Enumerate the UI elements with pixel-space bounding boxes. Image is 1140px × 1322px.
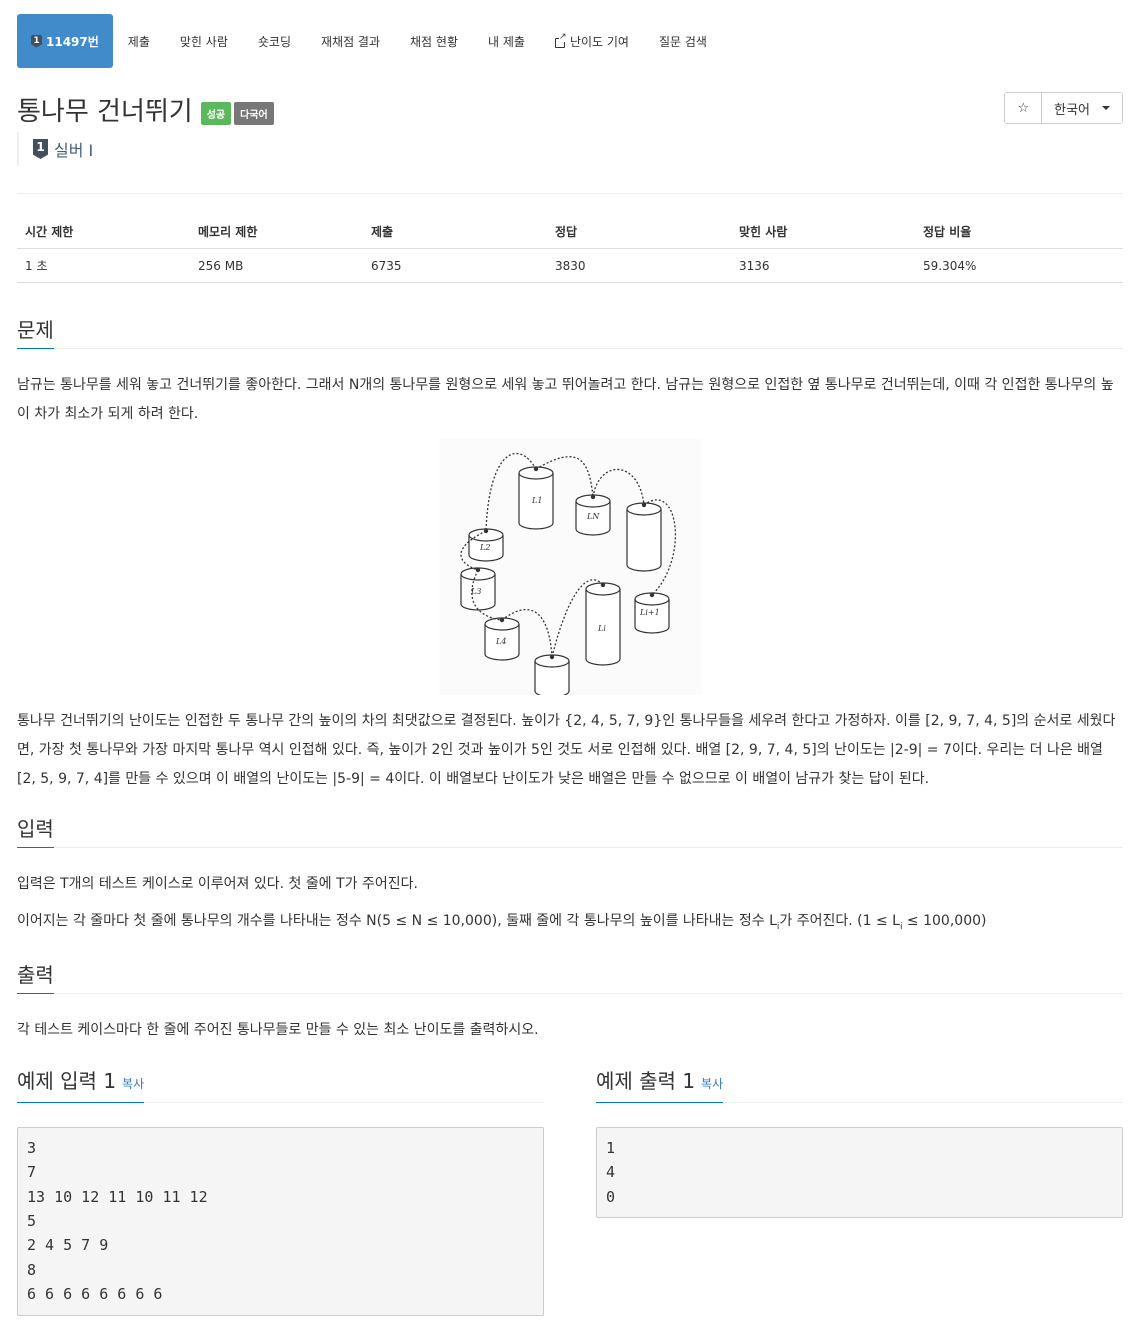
sample-output-heading: 예제 출력 1 복사 [596, 1068, 724, 1103]
sample-output-header: 예제 출력 1 복사 [596, 1067, 1123, 1103]
sample-input-header: 예제 입력 1 복사 [17, 1067, 544, 1103]
caret-down-icon [1102, 106, 1110, 110]
figure-container: L1 LN L2 L3 L4 Li Li+1 [17, 439, 1123, 699]
sample-output-title: 예제 출력 1 [596, 1068, 696, 1093]
language-label: 한국어 [1054, 102, 1090, 118]
problem-section-header: 문제 [17, 313, 1123, 349]
stats-header: 맞힌 사람 [731, 215, 915, 249]
figure-label: L4 [495, 637, 506, 646]
problem-heading: 문제 [17, 318, 54, 349]
nav-submit[interactable]: 제출 [113, 14, 165, 68]
problem-stats-table: 시간 제한 메모리 제한 제출 정답 맞힌 사람 정답 비율 1 초 256 M… [17, 215, 1123, 283]
nav-short-coding[interactable]: 숏코딩 [243, 14, 306, 68]
copy-sample-output-button[interactable]: 복사 [701, 1077, 723, 1091]
accepted-value: 3830 [547, 248, 731, 283]
time-limit-value: 1 초 [17, 248, 190, 283]
star-button[interactable]: ☆ [1005, 93, 1042, 123]
sample-input-text: 3 7 13 10 12 11 10 11 12 5 2 4 5 7 9 8 6… [17, 1126, 544, 1316]
input-text: 가 주어진다. (1 ≤ L [779, 913, 900, 929]
figure-label: L3 [470, 587, 481, 596]
divider [17, 193, 1123, 194]
accept-ratio-value: 59.304% [915, 248, 1123, 283]
nav-solved-users[interactable]: 맞힌 사람 [165, 14, 243, 68]
problem-title: 통나무 건너뛰기 [17, 96, 193, 127]
problem-description-2: 통나무 건너뛰기의 난이도는 인접한 두 통나무 간의 높이의 차의 최댓값으로… [17, 713, 1116, 787]
stats-value-row: 1 초 256 MB 6735 3830 3136 59.304% [17, 248, 1123, 283]
external-link-icon [554, 31, 567, 48]
problem-nav: 1 11497번 제출 맞힌 사람 숏코딩 재채점 결과 채점 현황 내 제출 … [17, 14, 1123, 68]
figure-label: Li [597, 624, 606, 633]
sample-input-title: 예제 입력 1 [17, 1068, 117, 1093]
stats-header-row: 시간 제한 메모리 제한 제출 정답 맞힌 사람 정답 비율 [17, 215, 1123, 249]
figure-label: L2 [479, 543, 490, 552]
copy-sample-input-button[interactable]: 복사 [122, 1077, 144, 1091]
problem-header: 통나무 건너뛰기 성공 다국어 ☆ 한국어 [17, 92, 1123, 127]
stats-header: 정답 비율 [915, 215, 1123, 249]
sample-output-text: 1 4 0 [596, 1126, 1123, 1219]
submissions-value: 6735 [363, 248, 547, 283]
sample-input-block: 예제 입력 1 복사 3 7 13 10 12 11 10 11 12 5 2 4… [17, 1067, 544, 1316]
nav-difficulty-contribute[interactable]: 난이도 기여 [540, 14, 644, 68]
nav-rejudge-results[interactable]: 재채점 결과 [306, 14, 395, 68]
nav-my-submissions[interactable]: 내 제출 [473, 14, 540, 68]
tier-mini-icon: 1 [31, 34, 42, 48]
output-section-header: 출력 [17, 958, 1123, 994]
stats-header: 시간 제한 [17, 215, 190, 249]
nav-problem-id[interactable]: 1 11497번 [17, 14, 113, 68]
nav-status[interactable]: 채점 현황 [395, 14, 473, 68]
figure-label: LN [586, 512, 600, 521]
stats-header: 메모리 제한 [190, 215, 363, 249]
multilang-label: 다국어 [234, 101, 274, 125]
output-heading: 출력 [17, 963, 54, 994]
input-heading: 입력 [17, 817, 54, 848]
nav-problem-id-label: 11497번 [46, 34, 99, 49]
input-line-2: 이어지는 각 줄마다 첫 줄에 통나무의 개수를 나타내는 정수 N(5 ≤ N… [17, 907, 1123, 942]
problem-description: 남규는 통나무를 세워 놓고 건너뛰기를 좋아한다. 그래서 N개의 통나무를 … [17, 377, 1114, 422]
solved-users-value: 3136 [731, 248, 915, 283]
input-text: ≤ 100,000) [902, 913, 987, 929]
input-section-header: 입력 [17, 812, 1123, 848]
log-circle-figure: L1 LN L2 L3 L4 Li Li+1 [439, 439, 701, 695]
sample-input-heading: 예제 입력 1 복사 [17, 1068, 145, 1103]
tier-info: 1 실버 I [17, 132, 1123, 166]
output-line-1: 각 테스트 케이스마다 한 줄에 주어진 통나무들로 만들 수 있는 최소 난이… [17, 1021, 539, 1038]
sample-output-block: 예제 출력 1 복사 1 4 0 [596, 1067, 1123, 1316]
nav-difficulty-label: 난이도 기여 [569, 34, 629, 49]
input-text: 이어지는 각 줄마다 첫 줄에 통나무의 개수를 나타내는 정수 N(5 ≤ N… [17, 913, 777, 929]
stats-header: 정답 [547, 215, 731, 249]
stats-header: 제출 [363, 215, 547, 249]
nav-question-search[interactable]: 질문 검색 [644, 14, 722, 68]
figure-label: Li+1 [639, 608, 660, 617]
tier-badge-icon: 1 [33, 139, 48, 159]
star-icon: ☆ [1017, 100, 1030, 116]
samples: 예제 입력 1 복사 3 7 13 10 12 11 10 11 12 5 2 4… [17, 1067, 1123, 1316]
solved-label: 성공 [200, 101, 232, 125]
tier-text[interactable]: 실버 I [54, 137, 93, 161]
input-line-1: 입력은 T개의 테스트 케이스로 이루어져 있다. 첫 줄에 T가 주어진다. [17, 876, 418, 892]
memory-limit-value: 256 MB [190, 248, 363, 283]
figure-label: L1 [531, 496, 542, 505]
header-button-group: ☆ 한국어 [1004, 92, 1123, 124]
language-dropdown[interactable]: 한국어 [1041, 93, 1122, 123]
